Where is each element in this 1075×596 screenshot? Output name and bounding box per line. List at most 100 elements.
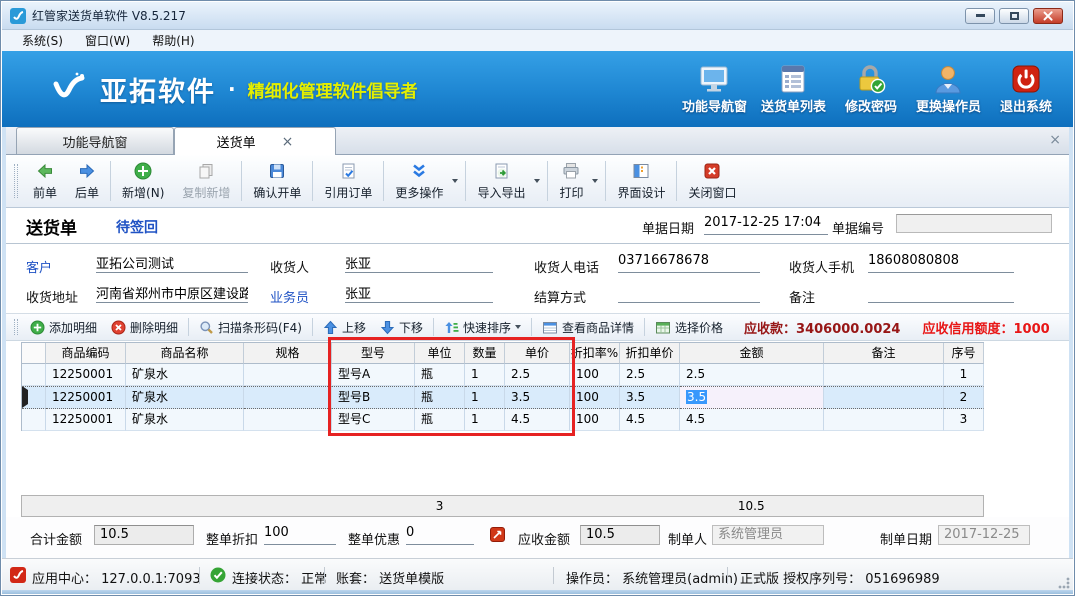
app-center-icon — [10, 567, 26, 587]
col-header[interactable]: 单位 — [415, 343, 465, 364]
status-separator — [553, 567, 554, 584]
import-export-button[interactable]: 导入导出 — [468, 155, 534, 207]
menu-window[interactable]: 窗口(W) — [75, 30, 140, 51]
tab-strip-close-icon[interactable]: × — [1049, 132, 1061, 148]
consignee-field[interactable]: 张亚 — [345, 253, 493, 273]
doc-number-field[interactable] — [896, 214, 1052, 233]
col-header[interactable]: 序号 — [944, 343, 984, 364]
tab-delivery-note[interactable]: 送货单 × — [174, 127, 336, 155]
receivable-amount-field[interactable]: 10.5 — [580, 525, 660, 545]
customer-label[interactable]: 客户 — [26, 257, 52, 276]
menu-system[interactable]: 系统(S) — [12, 30, 73, 51]
account-set-status: 账套： 送货单模版 — [336, 568, 444, 587]
next-doc-button[interactable]: 后单 — [66, 155, 108, 207]
delivery-list-button[interactable]: 送货单列表 — [761, 64, 826, 115]
document-title: 送货单 — [26, 214, 77, 239]
more-actions-button[interactable]: 更多操作 — [386, 155, 452, 207]
col-header[interactable]: 金额 — [680, 343, 824, 364]
app-logo-icon — [10, 8, 26, 24]
print-button[interactable]: 打印 — [550, 155, 592, 207]
switch-operator-button[interactable]: 更换操作员 — [916, 64, 981, 115]
scan-barcode-button[interactable]: 扫描条形码(F4) — [192, 319, 309, 336]
view-product-detail-button[interactable]: 查看商品详情 — [535, 319, 641, 336]
toolbar-separator — [433, 318, 434, 336]
address-field[interactable]: 河南省郑州市中原区建设路 — [96, 283, 248, 303]
toolbar-grip[interactable] — [14, 319, 18, 335]
salesman-label[interactable]: 业务员 — [270, 287, 309, 306]
ui-design-button[interactable]: 界面设计 — [608, 155, 674, 207]
remark-field[interactable] — [868, 283, 1014, 303]
col-header[interactable]: 折扣单价 — [620, 343, 680, 364]
maximize-button[interactable] — [999, 8, 1029, 24]
toolbar-grip[interactable] — [14, 164, 18, 198]
add-circle-icon — [133, 161, 153, 181]
col-header[interactable]: 商品编码 — [46, 343, 126, 364]
copy-new-button[interactable]: 复制新增 — [173, 155, 239, 207]
toolbar-separator — [188, 318, 189, 336]
amount-cell-editing[interactable]: 3.5 — [680, 386, 824, 409]
add-detail-button[interactable]: 添加明细 — [23, 319, 104, 336]
move-down-button[interactable]: 下移 — [373, 319, 430, 336]
col-header[interactable]: 单价 — [505, 343, 570, 364]
save-icon — [267, 161, 287, 181]
doc-date-field[interactable]: 2017-12-25 17:04 — [704, 215, 828, 235]
lock-icon — [855, 64, 887, 94]
col-header[interactable]: 数量 — [465, 343, 505, 364]
table-row[interactable]: 12250001 矿泉水 型号A 瓶 1 2.5 100 2.5 2.5 1 — [22, 364, 984, 386]
make-date-field[interactable]: 2017-12-25 — [938, 525, 1030, 545]
brand-logo-icon — [48, 68, 90, 110]
resize-grip[interactable] — [1058, 577, 1070, 589]
arrow-down-icon — [380, 320, 395, 335]
consignee-phone-field[interactable]: 03716678678 — [618, 253, 760, 273]
privilege-field[interactable]: 0 — [406, 525, 474, 545]
current-row-marker-icon — [22, 386, 28, 408]
col-header[interactable]: 规格 — [244, 343, 332, 364]
tab-close-icon[interactable]: × — [282, 135, 294, 149]
receivable-amount-label: 应收金额 — [518, 529, 570, 548]
confirm-billing-button[interactable]: 确认开单 — [244, 155, 310, 207]
nav-window-button[interactable]: 功能导航窗 — [682, 64, 747, 115]
toolbar-separator — [531, 318, 532, 336]
titlebar[interactable]: 红管家送货单软件 V8.5.217 — [2, 2, 1073, 30]
receivable-total: 应收款：3406000.0024 — [744, 318, 900, 337]
quick-sort-button[interactable]: 快速排序 — [437, 319, 528, 336]
close-button[interactable] — [1033, 8, 1063, 24]
maker-field[interactable]: 系统管理员 — [712, 525, 824, 545]
salesman-field[interactable]: 张亚 — [345, 283, 493, 303]
print-dropdown[interactable] — [592, 155, 603, 207]
reference-order-button[interactable]: 引用订单 — [315, 155, 381, 207]
close-window-button[interactable]: 关闭窗口 — [679, 155, 745, 207]
move-up-button[interactable]: 上移 — [316, 319, 373, 336]
credit-limit: 应收信用额度：1000 — [922, 318, 1049, 337]
settlement-field[interactable] — [618, 283, 760, 303]
more-actions-dropdown[interactable] — [452, 155, 463, 207]
operator-icon — [932, 64, 964, 94]
tab-nav-window[interactable]: 功能导航窗 — [16, 127, 174, 154]
consignee-mobile-label: 收货人手机 — [789, 257, 854, 276]
arrow-right-icon — [77, 161, 97, 181]
col-header[interactable]: 型号 — [332, 343, 415, 364]
menu-help[interactable]: 帮助(H) — [142, 30, 204, 51]
customer-field[interactable]: 亚拓公司测试 — [96, 253, 248, 273]
minimize-button[interactable] — [965, 8, 995, 24]
total-amount-label: 合计金额 — [30, 529, 82, 548]
exit-system-button[interactable]: 退出系统 — [995, 64, 1057, 115]
chevron-down-icon — [452, 179, 458, 183]
brand-name: 亚拓软件 — [100, 70, 216, 109]
col-header[interactable]: 备注 — [824, 343, 944, 364]
total-amount-field[interactable]: 10.5 — [94, 525, 194, 545]
table-row[interactable]: 12250001 矿泉水 型号C 瓶 1 4.5 100 4.5 4.5 3 — [22, 409, 984, 431]
adjust-amount-icon[interactable] — [490, 527, 505, 542]
table-row-selected[interactable]: 12250001 矿泉水 型号B 瓶 1 3.5 100 3.5 3.5 2 — [22, 386, 984, 409]
col-header[interactable]: 折扣率% — [570, 343, 620, 364]
prev-doc-button[interactable]: 前单 — [24, 155, 66, 207]
col-header[interactable]: 商品名称 — [126, 343, 244, 364]
new-doc-button[interactable]: 新增(N) — [113, 155, 173, 207]
delete-detail-button[interactable]: 删除明细 — [104, 319, 185, 336]
select-price-button[interactable]: 选择价格 — [648, 319, 730, 336]
change-password-button[interactable]: 修改密码 — [840, 64, 902, 115]
import-export-dropdown[interactable] — [534, 155, 545, 207]
whole-discount-field[interactable]: 100 — [264, 525, 336, 545]
consignee-mobile-field[interactable]: 18608080808 — [868, 253, 1014, 273]
menubar: 系统(S) 窗口(W) 帮助(H) — [2, 30, 1073, 51]
